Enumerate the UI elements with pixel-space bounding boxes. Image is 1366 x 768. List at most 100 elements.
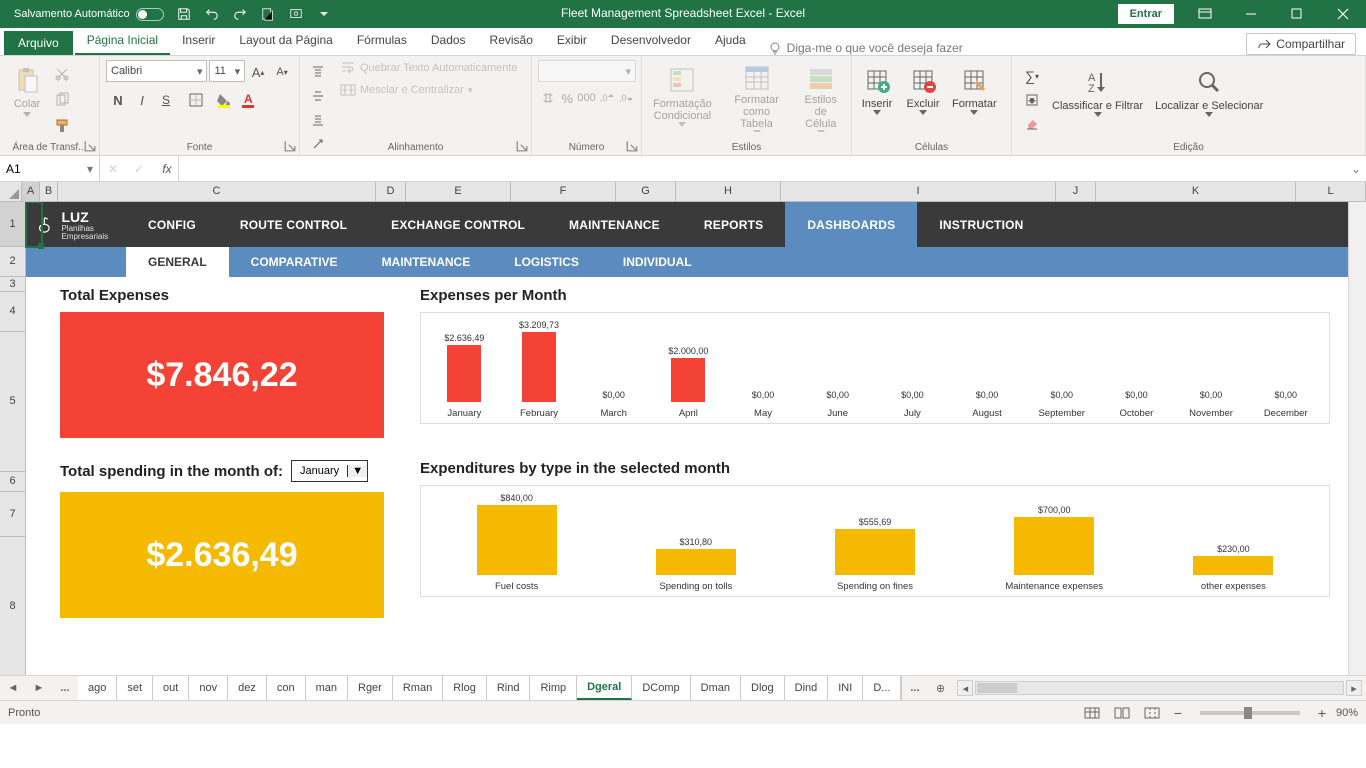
page-layout-view-icon[interactable] — [1110, 703, 1134, 723]
nav-item[interactable]: MAINTENANCE — [547, 202, 682, 247]
maximize-icon[interactable] — [1274, 0, 1320, 28]
expand-formula-bar-icon[interactable]: ⌄ — [1346, 156, 1366, 181]
dialog-launcher-icon[interactable] — [284, 140, 296, 152]
dialog-launcher-icon[interactable] — [84, 140, 96, 152]
insert-cells-button[interactable]: Inserir — [854, 60, 900, 136]
sheet-content[interactable]: LUZPlanilhas Empresariais CONFIGROUTE CO… — [26, 202, 1348, 675]
ribbon-options-icon[interactable] — [1182, 0, 1228, 28]
normal-view-icon[interactable] — [1080, 703, 1104, 723]
redo-icon[interactable] — [226, 1, 254, 27]
tab-data[interactable]: Dados — [419, 27, 478, 55]
name-box[interactable]: A1▾ — [0, 156, 100, 181]
zoom-slider[interactable] — [1200, 711, 1300, 715]
fill-color-icon[interactable] — [212, 88, 236, 112]
sheet-tab[interactable]: nov — [189, 676, 228, 700]
column-header[interactable]: H — [676, 182, 781, 201]
column-header[interactable]: A — [22, 182, 40, 201]
sheet-tab[interactable]: con — [267, 676, 306, 700]
row-header[interactable]: 5 — [0, 332, 25, 472]
sheet-tab[interactable]: dez — [228, 676, 267, 700]
nav-item[interactable]: CONFIG — [126, 202, 218, 247]
column-header[interactable]: B — [40, 182, 58, 201]
column-header[interactable]: E — [406, 182, 511, 201]
column-header[interactable]: J — [1056, 182, 1096, 201]
sheet-nav-ellipsis-icon[interactable]: ... — [901, 676, 927, 700]
tab-view[interactable]: Exibir — [545, 27, 599, 55]
tab-help[interactable]: Ajuda — [703, 27, 758, 55]
wrap-text-button[interactable]: Quebrar Texto Automaticamente — [340, 60, 518, 76]
sheet-nav-more-icon[interactable]: ... — [52, 676, 78, 700]
row-header[interactable]: 4 — [0, 292, 25, 332]
font-size-combo[interactable]: 11▾ — [209, 60, 245, 82]
nav-item[interactable]: INSTRUCTION — [917, 202, 1045, 247]
inc-dec-icon[interactable]: ,0 — [596, 86, 615, 110]
shrink-font-icon[interactable]: A▾ — [271, 60, 293, 84]
dialog-launcher-icon[interactable] — [516, 140, 528, 152]
align-top-icon[interactable] — [306, 60, 330, 84]
qat-btn-1[interactable] — [254, 1, 282, 27]
row-header[interactable]: 1 — [0, 202, 25, 247]
percent-icon[interactable]: % — [557, 86, 576, 110]
merge-button[interactable]: Mesclar e Centralizar ▾ — [340, 82, 518, 98]
sheet-tab[interactable]: Dgeral — [577, 676, 632, 700]
row-header[interactable]: 6 — [0, 472, 25, 492]
subnav-item[interactable]: LOGISTICS — [492, 247, 601, 277]
dialog-launcher-icon[interactable] — [626, 140, 638, 152]
sort-filter-button[interactable]: AZClassificar e Filtrar — [1046, 62, 1149, 138]
horizontal-scrollbar[interactable]: ◂ ▸ — [953, 676, 1366, 700]
cancel-formula-icon[interactable]: ✕ — [100, 162, 126, 176]
paste-button[interactable]: Colar — [4, 60, 50, 136]
column-header[interactable]: I — [781, 182, 1056, 201]
tab-review[interactable]: Revisão — [478, 27, 545, 55]
undo-icon[interactable] — [198, 1, 226, 27]
grow-font-icon[interactable]: A▴ — [247, 60, 269, 84]
page-break-view-icon[interactable] — [1140, 703, 1164, 723]
subnav-item[interactable]: MAINTENANCE — [360, 247, 493, 277]
font-name-combo[interactable]: Calibri▾ — [106, 60, 207, 82]
scroll-right-icon[interactable]: ▸ — [1346, 680, 1362, 696]
cut-icon[interactable] — [50, 62, 74, 86]
scroll-left-icon[interactable]: ◂ — [957, 680, 973, 696]
bold-icon[interactable]: N — [106, 88, 130, 112]
format-as-table-button[interactable]: Formatar como Tabela — [721, 60, 793, 136]
sheet-tab[interactable]: out — [153, 676, 189, 700]
sheet-tab[interactable]: Dind — [785, 676, 829, 700]
dec-dec-icon[interactable]: ,0 — [616, 86, 635, 110]
column-header[interactable]: L — [1296, 182, 1366, 201]
number-format-combo[interactable]: ▾ — [538, 60, 636, 82]
subnav-item[interactable]: INDIVIDUAL — [601, 247, 714, 277]
qat-more-icon[interactable] — [310, 1, 338, 27]
accounting-icon[interactable] — [538, 86, 557, 110]
subnav-item[interactable]: GENERAL — [126, 247, 229, 277]
column-header[interactable]: C — [58, 182, 376, 201]
nav-item[interactable]: REPORTS — [682, 202, 785, 247]
tab-developer[interactable]: Desenvolvedor — [599, 27, 703, 55]
row-header[interactable]: 8 — [0, 537, 25, 675]
find-select-button[interactable]: Localizar e Selecionar — [1149, 62, 1269, 138]
column-header[interactable]: D — [376, 182, 406, 201]
align-bottom-icon[interactable] — [306, 108, 330, 132]
save-icon[interactable] — [170, 1, 198, 27]
font-color-icon[interactable]: A — [236, 88, 260, 112]
month-select[interactable]: January ▼ — [291, 460, 368, 482]
delete-cells-button[interactable]: Excluir — [900, 60, 946, 136]
column-header[interactable]: G — [616, 182, 676, 201]
column-header[interactable]: K — [1096, 182, 1296, 201]
new-sheet-icon[interactable]: ⊕ — [927, 676, 953, 700]
copy-icon[interactable] — [50, 88, 74, 112]
nav-item[interactable]: ROUTE CONTROL — [218, 202, 369, 247]
select-all-corner[interactable] — [0, 182, 22, 201]
format-cells-button[interactable]: Formatar — [946, 60, 1003, 136]
minimize-icon[interactable] — [1228, 0, 1274, 28]
fx-icon[interactable]: fx — [152, 162, 178, 176]
tab-home[interactable]: Página Inicial — [75, 27, 170, 55]
subnav-item[interactable]: COMPARATIVE — [229, 247, 360, 277]
row-header[interactable]: 2 — [0, 247, 25, 277]
cell-styles-button[interactable]: Estilos de Célula — [792, 60, 849, 136]
sheet-tab[interactable]: Rimp — [530, 676, 577, 700]
nav-item[interactable]: DASHBOARDS — [785, 202, 917, 247]
underline-icon[interactable]: S — [154, 88, 178, 112]
sheet-tab[interactable]: D... — [863, 676, 901, 700]
conditional-formatting-button[interactable]: Formatação Condicional — [644, 60, 721, 136]
tellme-input[interactable]: Diga-me o que você deseja fazer — [768, 41, 963, 55]
